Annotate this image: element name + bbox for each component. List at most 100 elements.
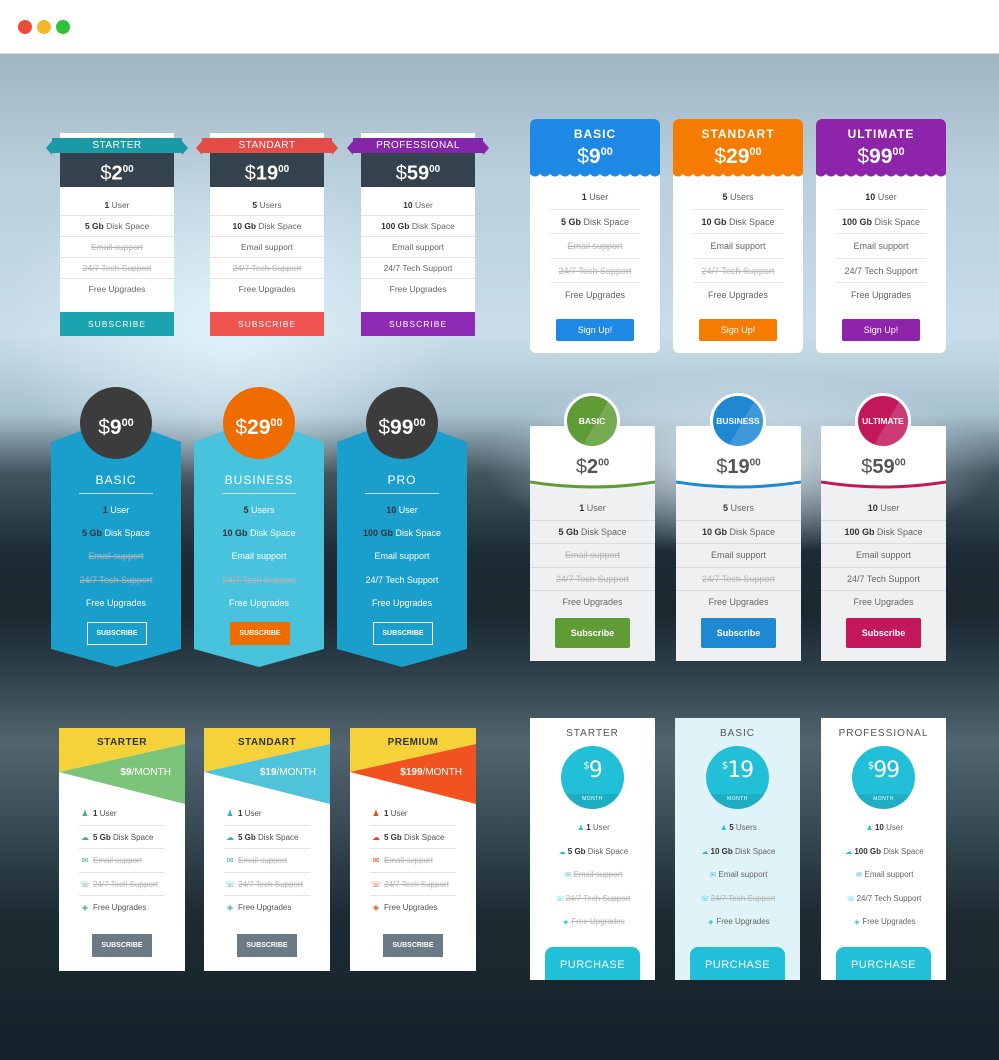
purchase-button[interactable]: PURCHASE <box>545 947 640 980</box>
purchase-button[interactable]: PURCHASE <box>836 947 931 980</box>
user-icon: ♟ <box>577 825 584 832</box>
price-cents: 00 <box>749 146 762 158</box>
pricing-card-circle: STARTER $9 MONTH ♟ 1 User ☁ 5 Gb Disk Space ✉ Em… <box>530 718 655 980</box>
subscribe-button[interactable]: SUBSCRIBE <box>373 622 433 645</box>
feature-list: 10 User 100 Gb Disk Space Email support 24/… <box>361 195 475 300</box>
feature-item: ☏24/7 Tech Support <box>821 887 946 911</box>
price-amount: 99 <box>873 758 900 783</box>
feature-item: ☏24/7 Tech Support <box>370 873 456 897</box>
feature-item: Free Upgrades <box>836 283 926 308</box>
feature-label: Free Upgrades <box>716 917 770 927</box>
subscribe-button[interactable]: Subscribe <box>846 618 921 648</box>
feature-text: Email support <box>241 242 293 252</box>
price-period: MONTH <box>873 796 894 802</box>
mail-icon: ✉ <box>710 872 716 880</box>
purchase-button[interactable]: PURCHASE <box>690 947 785 980</box>
feature-text: 100 Gb Disk Space <box>844 527 922 537</box>
feature-item: Email support <box>530 544 655 568</box>
price-circle: $9900 <box>366 387 438 459</box>
price-amount: 29 <box>726 145 750 168</box>
price-circle: $19 MONTH <box>706 746 769 809</box>
plan-badge: ULTIMATE <box>855 393 911 449</box>
pricing-card-wave: ULTIMATE $9900 10 User 100 Gb Disk Space Ema… <box>816 119 946 353</box>
user-icon: ♟ <box>81 809 89 818</box>
cloud-icon: ☁ <box>701 848 709 856</box>
feature-list: 10 User 100 Gb Disk Space Email support 24/… <box>821 497 946 615</box>
subscribe-button[interactable]: SUBSCRIBE <box>60 312 174 336</box>
feature-text: Free Upgrades <box>238 903 291 912</box>
sign-up-button[interactable]: Sign Up! <box>699 318 777 341</box>
subscribe-button[interactable]: SUBSCRIBE <box>237 934 297 957</box>
minimize-window-button[interactable] <box>37 20 51 34</box>
feature-text: 24/7 Tech Support <box>384 263 453 273</box>
subscribe-button[interactable]: SUBSCRIBE <box>361 312 475 336</box>
pricing-card-ribbon: STANDART $1900 5 Users 10 Gb Disk Space Emai… <box>196 133 338 336</box>
window-titlebar <box>0 0 999 54</box>
feature-text: 10 Gb Disk Space <box>222 528 295 538</box>
feature-value: 5 Gb <box>560 216 581 227</box>
feature-text: Free Upgrades <box>571 917 624 926</box>
pricing-card-circle: BASIC $19 MONTH ♟ 5 Users ☁ 10 Gb Disk Space ✉ E… <box>675 718 800 980</box>
wave-divider <box>530 174 660 179</box>
feature-label: Disk Space <box>881 846 924 856</box>
plan-name: PROFESSIONAL <box>838 728 929 739</box>
feature-label: 24/7 Tech Support <box>232 263 302 273</box>
feature-text: Free Upgrades <box>93 903 146 912</box>
price-cents: 00 <box>413 417 426 429</box>
feature-item: Free Upgrades <box>530 591 655 615</box>
feature-label: User <box>883 823 904 832</box>
sign-up-button[interactable]: Sign Up! <box>556 318 634 341</box>
feature-label: Disk Space <box>103 221 150 231</box>
feature-label: Email support <box>864 870 914 880</box>
subscribe-button[interactable]: SUBSCRIBE <box>92 934 152 957</box>
plan-price: $1900 <box>676 456 801 479</box>
price-cents: 00 <box>749 457 761 469</box>
price-period: MONTH <box>727 796 748 802</box>
feature-text: Email support <box>93 856 142 865</box>
feature-label: Email support <box>384 856 433 866</box>
close-window-button[interactable] <box>18 20 32 34</box>
feature-label: 24/7 Tech Support <box>856 893 922 903</box>
feature-text: Email support <box>710 241 765 251</box>
price-amount: 2 <box>586 456 599 478</box>
subscribe-button[interactable]: SUBSCRIBE <box>210 312 324 336</box>
feature-item: 24/7 Tech Support <box>361 258 475 279</box>
pricing-card-wave: STANDART $2900 5 Users 10 Gb Disk Space Emai… <box>673 119 803 353</box>
plan-price: $19/MONTH <box>260 767 316 778</box>
price-amount: $9 <box>120 767 132 778</box>
feature-item: ✉ Email support <box>79 849 165 873</box>
feature-label: 24/7 Tech Support <box>82 263 152 273</box>
pricing-card-diagonal: PREMIUM $199/MONTH ♟ 1 User ☁ 5 Gb Disk Space… <box>350 728 476 971</box>
feature-label: Disk Space <box>247 528 296 539</box>
subscribe-button[interactable]: SUBSCRIBE <box>383 934 443 957</box>
feature-value: 10 <box>403 200 413 210</box>
wave-divider <box>673 174 803 179</box>
feature-item: Free Upgrades <box>194 592 324 615</box>
feature-label: Users <box>257 200 282 210</box>
feature-text: Email support <box>392 242 444 252</box>
sign-up-button[interactable]: Sign Up! <box>842 318 920 341</box>
subscribe-button[interactable]: Subscribe <box>555 618 630 648</box>
maximize-window-button[interactable] <box>56 20 70 34</box>
price-amount: 59 <box>872 456 895 478</box>
feature-item: ☁ 5 Gb Disk Space <box>530 840 655 864</box>
feature-item: ◈ Free Upgrades <box>370 896 456 920</box>
feature-label: Free Upgrades <box>85 597 147 608</box>
subscribe-button[interactable]: Subscribe <box>701 618 776 648</box>
feature-item: 5 Users <box>693 185 783 210</box>
feature-list: ♟ 1 User ☁ 5 Gb Disk Space ✉ Email support ☏24… <box>224 802 310 920</box>
feature-item: Email support <box>676 544 801 568</box>
feature-text: Free Upgrades <box>853 597 913 607</box>
feature-text: 1 User <box>579 503 606 513</box>
cloud-icon: ☁ <box>558 848 566 856</box>
price-cents: 00 <box>598 457 610 469</box>
feature-text: Email support <box>88 551 143 561</box>
subscribe-button[interactable]: SUBSCRIBE <box>87 622 147 645</box>
feature-item: ☁ 5 Gb Disk Space <box>79 826 165 850</box>
subscribe-button[interactable]: SUBSCRIBE <box>230 622 290 645</box>
price-circle: $900 <box>80 387 152 459</box>
feature-value: 100 Gb <box>844 526 875 537</box>
feature-item: 5 Gb Disk Space <box>60 216 174 237</box>
feature-label: Email support <box>710 550 767 561</box>
feature-text: 5 Gb Disk Space <box>384 833 444 842</box>
